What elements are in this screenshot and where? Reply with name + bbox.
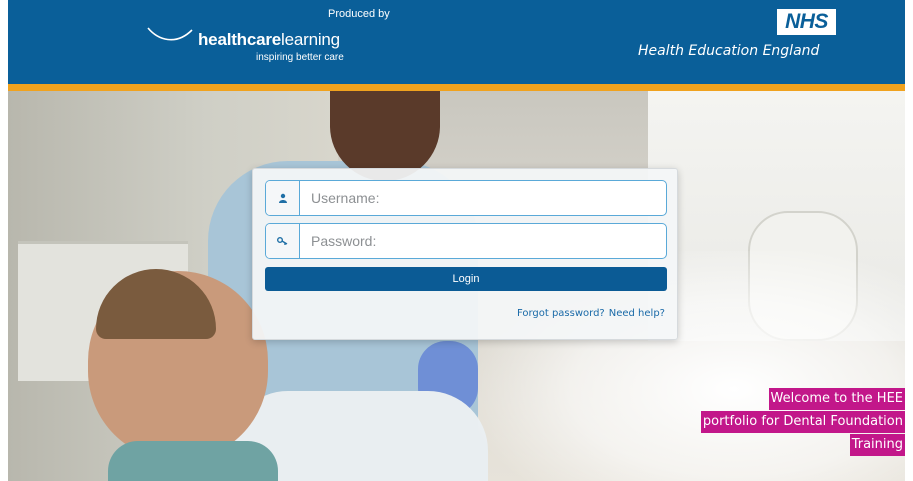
login-panel: Login Forgot password? Need help?	[252, 168, 678, 340]
need-help-link[interactable]: Need help?	[609, 308, 665, 319]
help-links: Forgot password? Need help?	[517, 308, 665, 319]
logo-tagline: inspiring better care	[256, 52, 344, 63]
header-divider	[8, 84, 905, 91]
healthcare-learning-logo[interactable]: healthcarelearning	[198, 30, 340, 49]
photo-dental-chair	[108, 441, 278, 481]
nhs-logo: NHS	[777, 9, 836, 35]
username-group	[265, 180, 667, 216]
welcome-line-3: Training	[849, 434, 905, 456]
swoosh-icon	[147, 27, 193, 41]
logo-bold-text: healthcare	[198, 30, 282, 49]
user-icon	[266, 181, 300, 215]
username-input[interactable]	[300, 181, 666, 215]
produced-by-label: Produced by	[328, 8, 390, 20]
welcome-banner: Welcome to the HEE portfolio for Dental …	[700, 388, 905, 457]
password-input[interactable]	[300, 224, 666, 258]
key-icon	[266, 224, 300, 258]
forgot-password-link[interactable]: Forgot password?	[517, 308, 605, 319]
org-name: Health Education England	[638, 43, 820, 59]
password-group	[265, 223, 667, 259]
login-button[interactable]: Login	[265, 267, 667, 291]
site-header: Produced by healthcarelearning inspiring…	[8, 0, 905, 84]
welcome-line-2: portfolio for Dental Foundation	[700, 411, 905, 433]
welcome-line-1: Welcome to the HEE	[768, 388, 905, 410]
logo-regular-text: learning	[281, 30, 340, 49]
